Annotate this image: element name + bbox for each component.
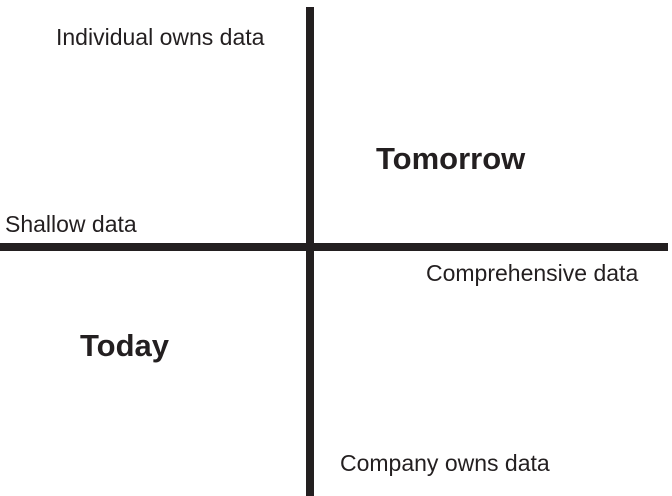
quadrant-label-today: Today: [80, 328, 169, 363]
vertical-axis: [306, 7, 314, 496]
horizontal-axis: [0, 243, 668, 251]
quadrant-diagram: Individual owns data Shallow data Compre…: [0, 0, 672, 496]
axis-label-comprehensive-data: Comprehensive data: [426, 260, 639, 286]
quadrant-label-tomorrow: Tomorrow: [376, 141, 526, 176]
axis-label-shallow-data: Shallow data: [5, 211, 137, 237]
axis-label-individual-owns-data: Individual owns data: [56, 24, 265, 50]
axis-label-company-owns-data: Company owns data: [340, 450, 550, 476]
